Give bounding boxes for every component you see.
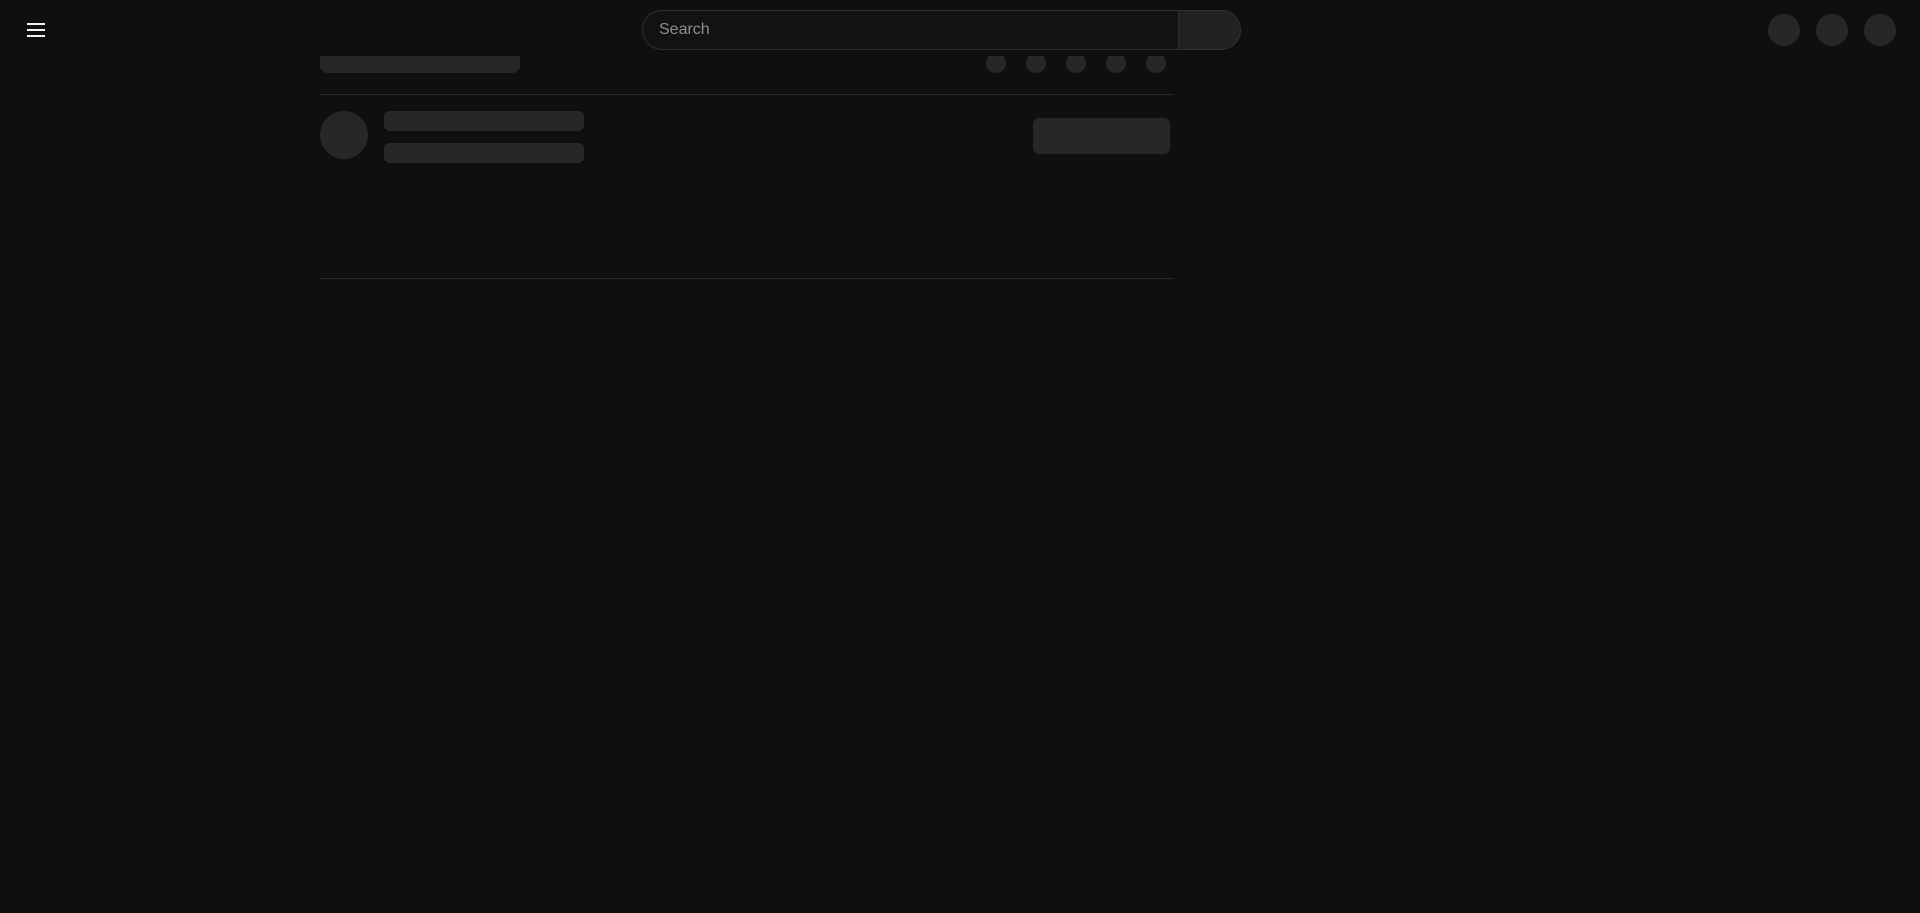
line-skeleton: [384, 111, 584, 131]
search-bar: [642, 10, 1241, 50]
action-skeleton: [1026, 53, 1046, 73]
action-skeleton: [1066, 53, 1086, 73]
header-placeholder-circle[interactable]: [1768, 14, 1800, 46]
menu-button[interactable]: [20, 14, 52, 46]
search-input[interactable]: [642, 10, 1178, 50]
action-skeleton: [1146, 53, 1166, 73]
hamburger-menu-icon-line: [27, 23, 45, 25]
header-placeholder-circle[interactable]: [1816, 14, 1848, 46]
hamburger-menu-icon-line: [27, 35, 45, 37]
action-skeleton: [1106, 53, 1126, 73]
line-skeleton: [384, 143, 584, 163]
avatar-skeleton: [320, 111, 368, 159]
hamburger-menu-icon-line: [27, 29, 45, 31]
divider: [320, 94, 1174, 95]
top-header: [0, 0, 1920, 56]
divider: [320, 278, 1174, 279]
button-skeleton: [1033, 118, 1170, 154]
action-skeleton: [986, 53, 1006, 73]
search-button[interactable]: [1178, 10, 1241, 50]
avatar-placeholder[interactable]: [1864, 14, 1896, 46]
